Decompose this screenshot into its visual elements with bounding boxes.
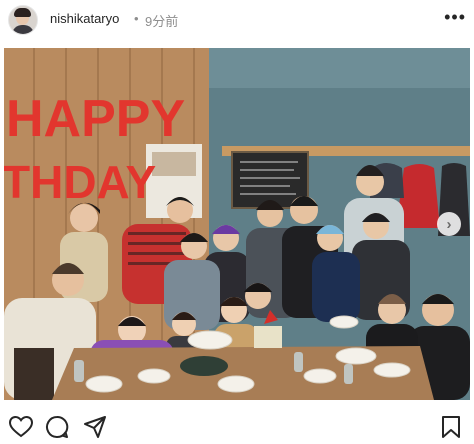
balloon-text-line2: THDAY bbox=[4, 156, 156, 208]
heart-icon bbox=[9, 416, 33, 438]
avatar[interactable] bbox=[8, 5, 38, 35]
like-button[interactable] bbox=[8, 414, 34, 440]
more-options-button[interactable]: ••• bbox=[444, 8, 466, 26]
post-header: nishikataryo • 9分前 ••• bbox=[0, 0, 474, 38]
send-icon bbox=[84, 416, 106, 438]
separator-dot: • bbox=[134, 11, 139, 26]
action-bar bbox=[0, 404, 474, 444]
chevron-right-icon: › bbox=[446, 215, 452, 233]
post-photo[interactable]: HAPPY THDAY bbox=[4, 48, 470, 400]
party-photo-illustration: HAPPY THDAY bbox=[4, 48, 470, 400]
post-timestamp: 9分前 bbox=[145, 14, 179, 29]
save-button[interactable] bbox=[438, 414, 464, 440]
username-link[interactable]: nishikataryo bbox=[50, 11, 119, 26]
share-button[interactable] bbox=[82, 414, 108, 440]
balloon-text-line1: HAPPY bbox=[6, 90, 185, 148]
comment-button[interactable] bbox=[44, 414, 70, 440]
comment-icon bbox=[46, 415, 69, 438]
bookmark-icon bbox=[442, 416, 460, 438]
next-photo-button[interactable]: › bbox=[437, 212, 461, 236]
